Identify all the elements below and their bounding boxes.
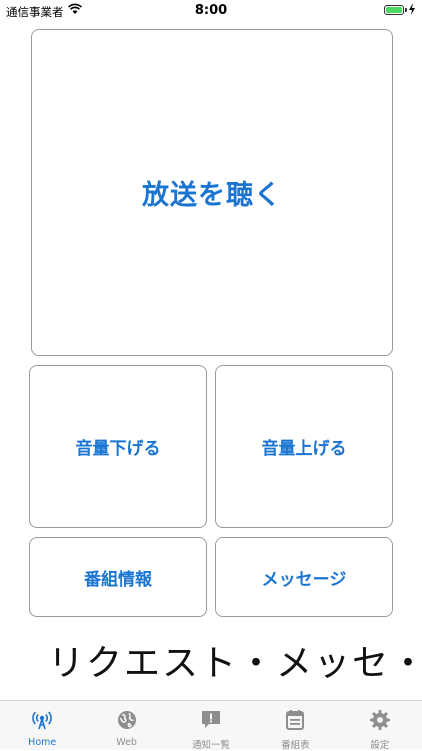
status-time: 8:00 [194, 3, 228, 18]
status-bar: 通信事業者 8:00 [0, 0, 422, 22]
tab-label: Web [116, 737, 137, 748]
tab-notifications[interactable]: 通知一覧 [169, 701, 253, 751]
globe-icon [117, 711, 136, 729]
volume-down-button[interactable]: 音量下げる [29, 365, 207, 528]
tab-schedule[interactable]: 番組表 [253, 701, 337, 751]
antenna-icon [32, 711, 53, 730]
tab-label: Home [28, 737, 57, 748]
tab-label: 通知一覧 [192, 740, 231, 751]
volume-up-button[interactable]: 音量上げる [215, 365, 393, 528]
tab-home[interactable]: Home [0, 701, 84, 750]
schedule-icon [286, 710, 305, 730]
ticker-text: リクエスト・メッセ・ [48, 643, 422, 684]
tab-label: 設定 [370, 740, 390, 751]
tab-settings[interactable]: 設定 [338, 701, 422, 751]
tab-bar: Home Web 通知一覧 番組表 設定 [0, 700, 422, 751]
gear-icon [369, 710, 390, 730]
message-button[interactable]: メッセージ [215, 537, 393, 617]
battery-icon [384, 5, 407, 15]
listen-broadcast-button[interactable]: 放送を聴く [31, 29, 393, 356]
charging-icon [409, 3, 415, 15]
ticker-banner: リクエスト・メッセ・ [0, 632, 422, 688]
program-info-button[interactable]: 番組情報 [29, 537, 207, 617]
tab-web[interactable]: Web [84, 701, 168, 750]
notification-icon [202, 711, 221, 728]
tab-label: 番組表 [281, 740, 310, 751]
